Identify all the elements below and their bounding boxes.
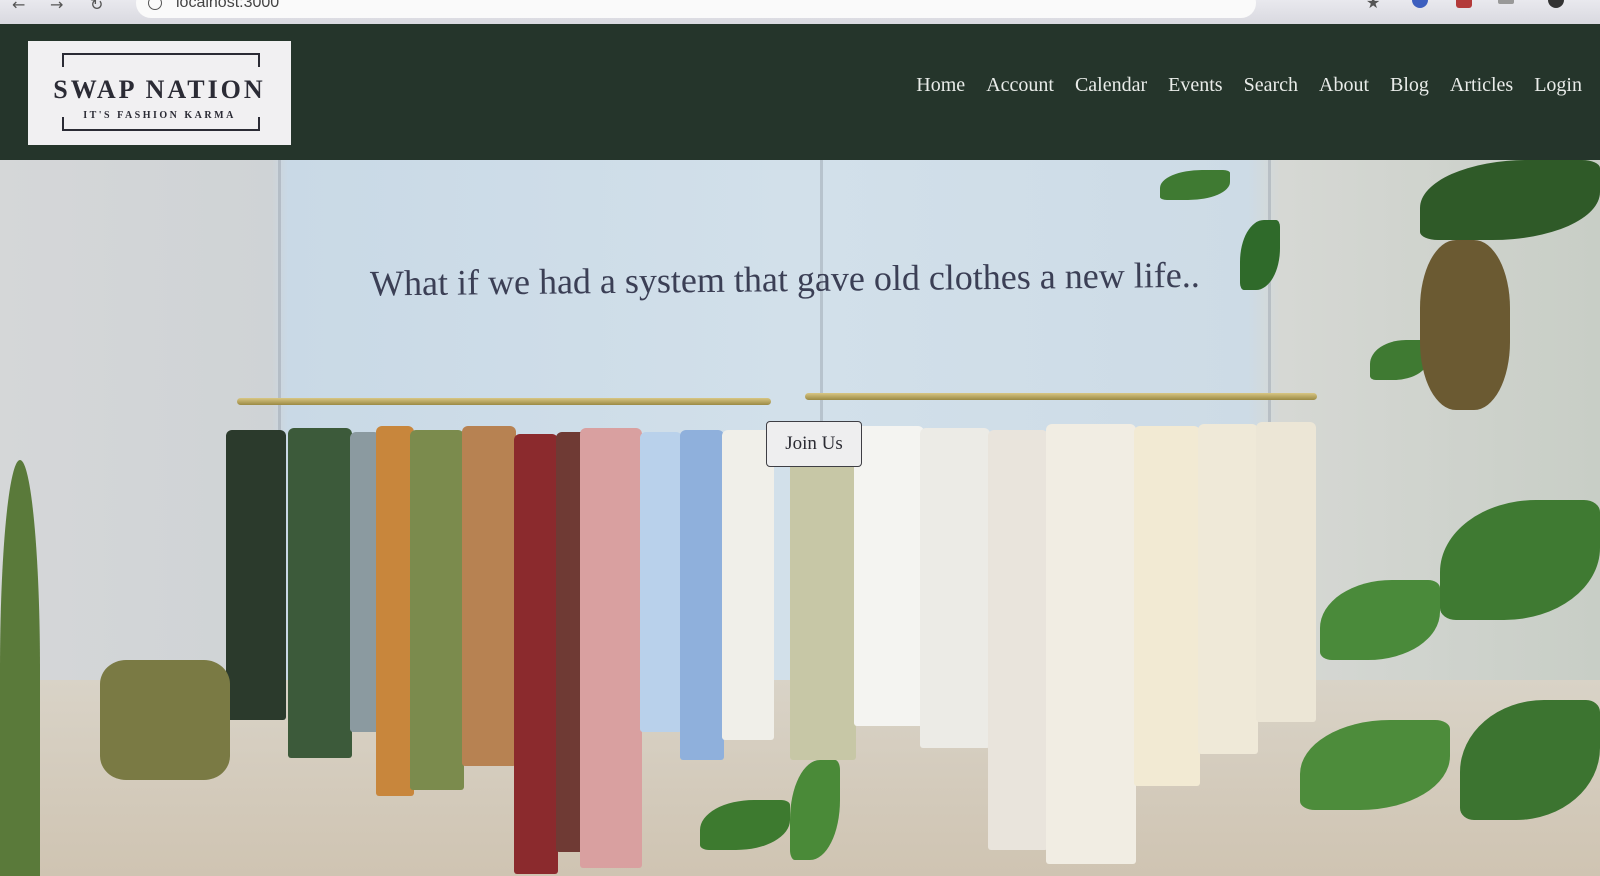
arrow-right-icon[interactable]: → [50,0,63,13]
extension-icon[interactable] [1412,0,1428,8]
reload-icon[interactable]: ↻ [90,0,103,13]
logo-tagline: IT'S FASHION KARMA [83,110,236,121]
nav-about[interactable]: About [1319,74,1369,97]
main-nav: Home Account Calendar Events Search Abou… [916,74,1582,97]
hero-section: What if we had a system that gave old cl… [0,160,1600,876]
nav-blog[interactable]: Blog [1390,74,1429,97]
site-header: SWAP NATION IT'S FASHION KARMA Home Acco… [0,24,1600,160]
logo-title: SWAP NATION [53,75,266,104]
join-us-button[interactable]: Join Us [766,421,862,467]
nav-search[interactable]: Search [1244,74,1298,97]
browser-toolbar: ← → ↻ localhost:3000 ★ [0,0,1600,24]
address-bar[interactable] [136,0,1256,18]
nav-articles[interactable]: Articles [1450,74,1513,97]
extension-icon-2[interactable] [1456,0,1472,8]
nav-calendar[interactable]: Calendar [1075,74,1147,97]
nav-events[interactable]: Events [1168,74,1222,97]
menu-icon[interactable] [1498,0,1514,4]
url-text[interactable]: localhost:3000 [176,0,279,12]
nav-login[interactable]: Login [1534,74,1582,97]
bookmark-star-icon[interactable]: ★ [1366,0,1380,11]
hero-headline: What if we had a system that gave old cl… [369,254,1200,304]
nav-account[interactable]: Account [986,74,1054,97]
arrow-left-icon[interactable]: ← [12,0,25,13]
nav-home[interactable]: Home [916,74,965,97]
site-logo[interactable]: SWAP NATION IT'S FASHION KARMA [28,41,291,145]
avatar[interactable] [1548,0,1564,8]
